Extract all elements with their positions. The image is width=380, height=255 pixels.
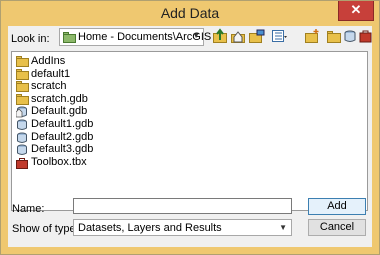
dialog-body: Look in: Home - Documents\ArcGIS ▼ AddIn… (8, 26, 372, 247)
home-folder-icon (63, 32, 76, 43)
file-name: scratch.gdb (31, 92, 88, 105)
home-icon[interactable] (230, 28, 247, 45)
toolbox-icon[interactable] (358, 28, 375, 45)
connect-folder-icon[interactable] (248, 28, 265, 45)
toolbox-icon (16, 157, 29, 172)
file-name: AddIns (31, 55, 66, 67)
dialog-title: Add Data (160, 5, 220, 21)
up-level-icon[interactable] (212, 28, 229, 45)
file-name: Default2.gdb (31, 130, 94, 143)
new-folder-icon[interactable] (304, 28, 321, 45)
type-dropdown[interactable]: Datasets, Layers and Results ▼ (73, 219, 292, 236)
file-name: default1 (31, 67, 71, 80)
name-input[interactable] (73, 198, 292, 214)
look-in-label: Look in: (11, 33, 50, 45)
chevron-down-icon: ▼ (192, 31, 200, 40)
title-bar[interactable]: Add Data ✕ (1, 1, 379, 27)
add-data-dialog: Add Data ✕ Look in: Home - Documents\Arc… (0, 0, 380, 255)
view-options-icon[interactable] (271, 28, 288, 45)
close-button[interactable]: ✕ (338, 1, 374, 21)
file-name: Default1.gdb (31, 118, 94, 130)
file-name: scratch (31, 80, 67, 93)
file-name: Toolbox.tbx (31, 155, 87, 168)
file-name: Default3.gdb (31, 143, 94, 156)
file-list[interactable]: AddIns default1 scratch scratch.gdb Default.… (11, 51, 368, 211)
refresh-icon[interactable] (342, 28, 359, 45)
folder-icon[interactable] (326, 28, 343, 45)
look-in-dropdown[interactable]: Home - Documents\ArcGIS ▼ (59, 28, 211, 46)
add-button[interactable]: Add (308, 198, 366, 215)
type-label: Show of type: (12, 223, 79, 235)
name-label: Name: (12, 203, 45, 215)
type-value: Datasets, Layers and Results (78, 222, 222, 234)
file-name: Default.gdb (31, 105, 88, 118)
chevron-down-icon: ▼ (279, 223, 287, 232)
cancel-button[interactable]: Cancel (308, 219, 366, 236)
